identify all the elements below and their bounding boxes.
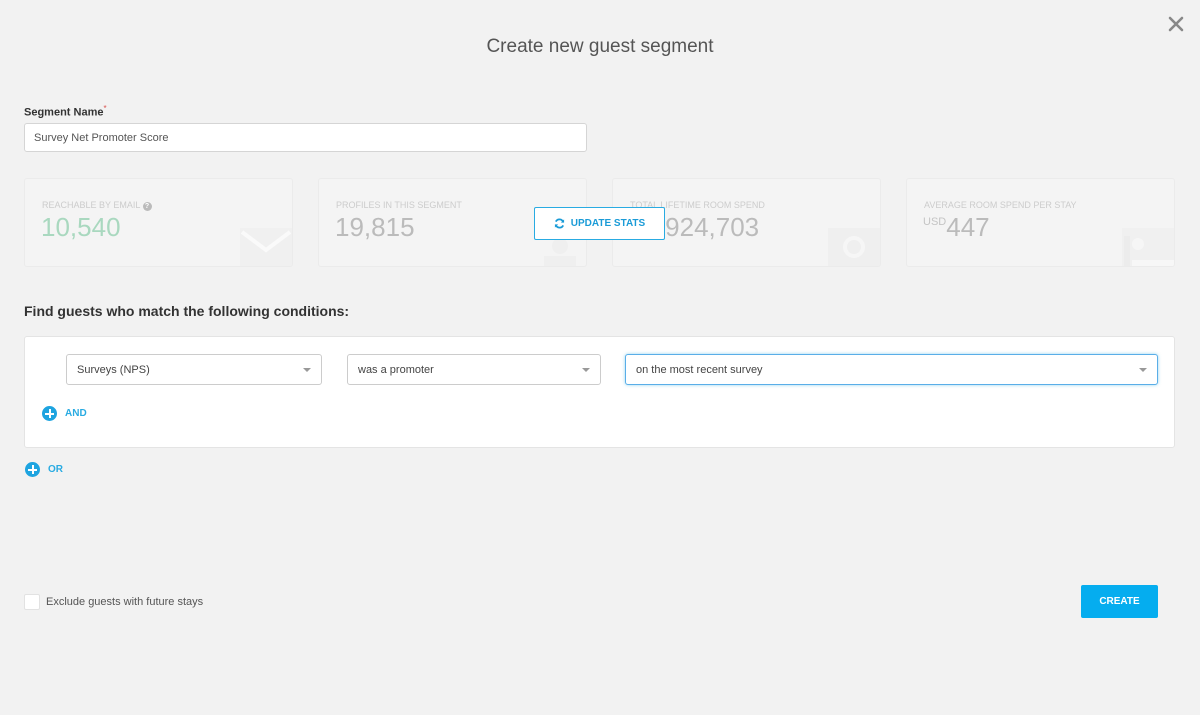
- stat-label: AVERAGE ROOM SPEND PER STAY: [924, 200, 1077, 210]
- update-stats-label: UPDATE STATS: [570, 218, 646, 229]
- stat-value: 10,540: [41, 212, 121, 242]
- refresh-icon: [554, 218, 564, 229]
- plus-circle-icon: [42, 406, 57, 421]
- stat-label: REACHABLE BY EMAIL ?: [42, 200, 152, 211]
- exclude-future-stays-option: Exclude guests with future stays: [24, 594, 203, 610]
- condition-operator-select[interactable]: was a promoter: [347, 354, 601, 385]
- chevron-down-icon: [303, 368, 311, 372]
- add-and-condition-button[interactable]: AND: [42, 406, 87, 421]
- stat-value: USD447: [923, 212, 990, 243]
- help-icon[interactable]: ?: [142, 202, 152, 211]
- and-label: AND: [65, 408, 87, 419]
- update-stats-button[interactable]: UPDATE STATS: [534, 207, 665, 240]
- stat-currency: USD: [923, 216, 947, 228]
- segment-name-input[interactable]: [24, 123, 587, 152]
- envelope-icon: [240, 228, 292, 266]
- required-mark: *: [103, 104, 107, 113]
- add-or-group-button[interactable]: OR: [25, 462, 63, 477]
- stat-card-average-spend: AVERAGE ROOM SPEND PER STAY USD447: [906, 178, 1175, 267]
- chevron-down-icon: [582, 368, 590, 372]
- condition-field-select[interactable]: Surveys (NPS): [66, 354, 322, 385]
- selected-value: Surveys (NPS): [77, 363, 150, 376]
- close-button[interactable]: [1166, 14, 1186, 34]
- selected-value: on the most recent survey: [636, 363, 763, 376]
- dialog-title: Create new guest segment: [486, 36, 714, 57]
- segment-name-label: Segment Name*: [24, 104, 107, 119]
- create-button[interactable]: CREATE: [1081, 585, 1158, 618]
- plus-circle-icon: [25, 462, 40, 477]
- selected-value: was a promoter: [358, 363, 434, 376]
- condition-qualifier-select[interactable]: on the most recent survey: [625, 354, 1158, 385]
- segment-name-label-text: Segment Name: [24, 106, 104, 119]
- exclude-future-stays-label[interactable]: Exclude guests with future stays: [46, 596, 203, 608]
- stat-card-reachable-by-email: REACHABLE BY EMAIL ? 10,540: [24, 178, 293, 267]
- exclude-future-stays-checkbox[interactable]: [24, 594, 40, 610]
- conditions-title: Find guests who match the following cond…: [24, 303, 350, 319]
- stat-value: 19,815: [335, 212, 415, 242]
- bed-icon: [1122, 228, 1174, 266]
- or-label: OR: [48, 464, 63, 475]
- close-icon: [1168, 16, 1184, 32]
- chevron-down-icon: [1139, 368, 1147, 372]
- stat-label-text: REACHABLE BY EMAIL: [42, 200, 141, 210]
- condition-group: Surveys (NPS) was a promoter on the most…: [24, 336, 1175, 448]
- create-segment-dialog: Create new guest segment Segment Name* R…: [0, 0, 1200, 715]
- stat-value-number: 447: [946, 212, 990, 242]
- money-icon: [828, 228, 880, 266]
- stat-label: PROFILES IN THIS SEGMENT: [336, 200, 462, 210]
